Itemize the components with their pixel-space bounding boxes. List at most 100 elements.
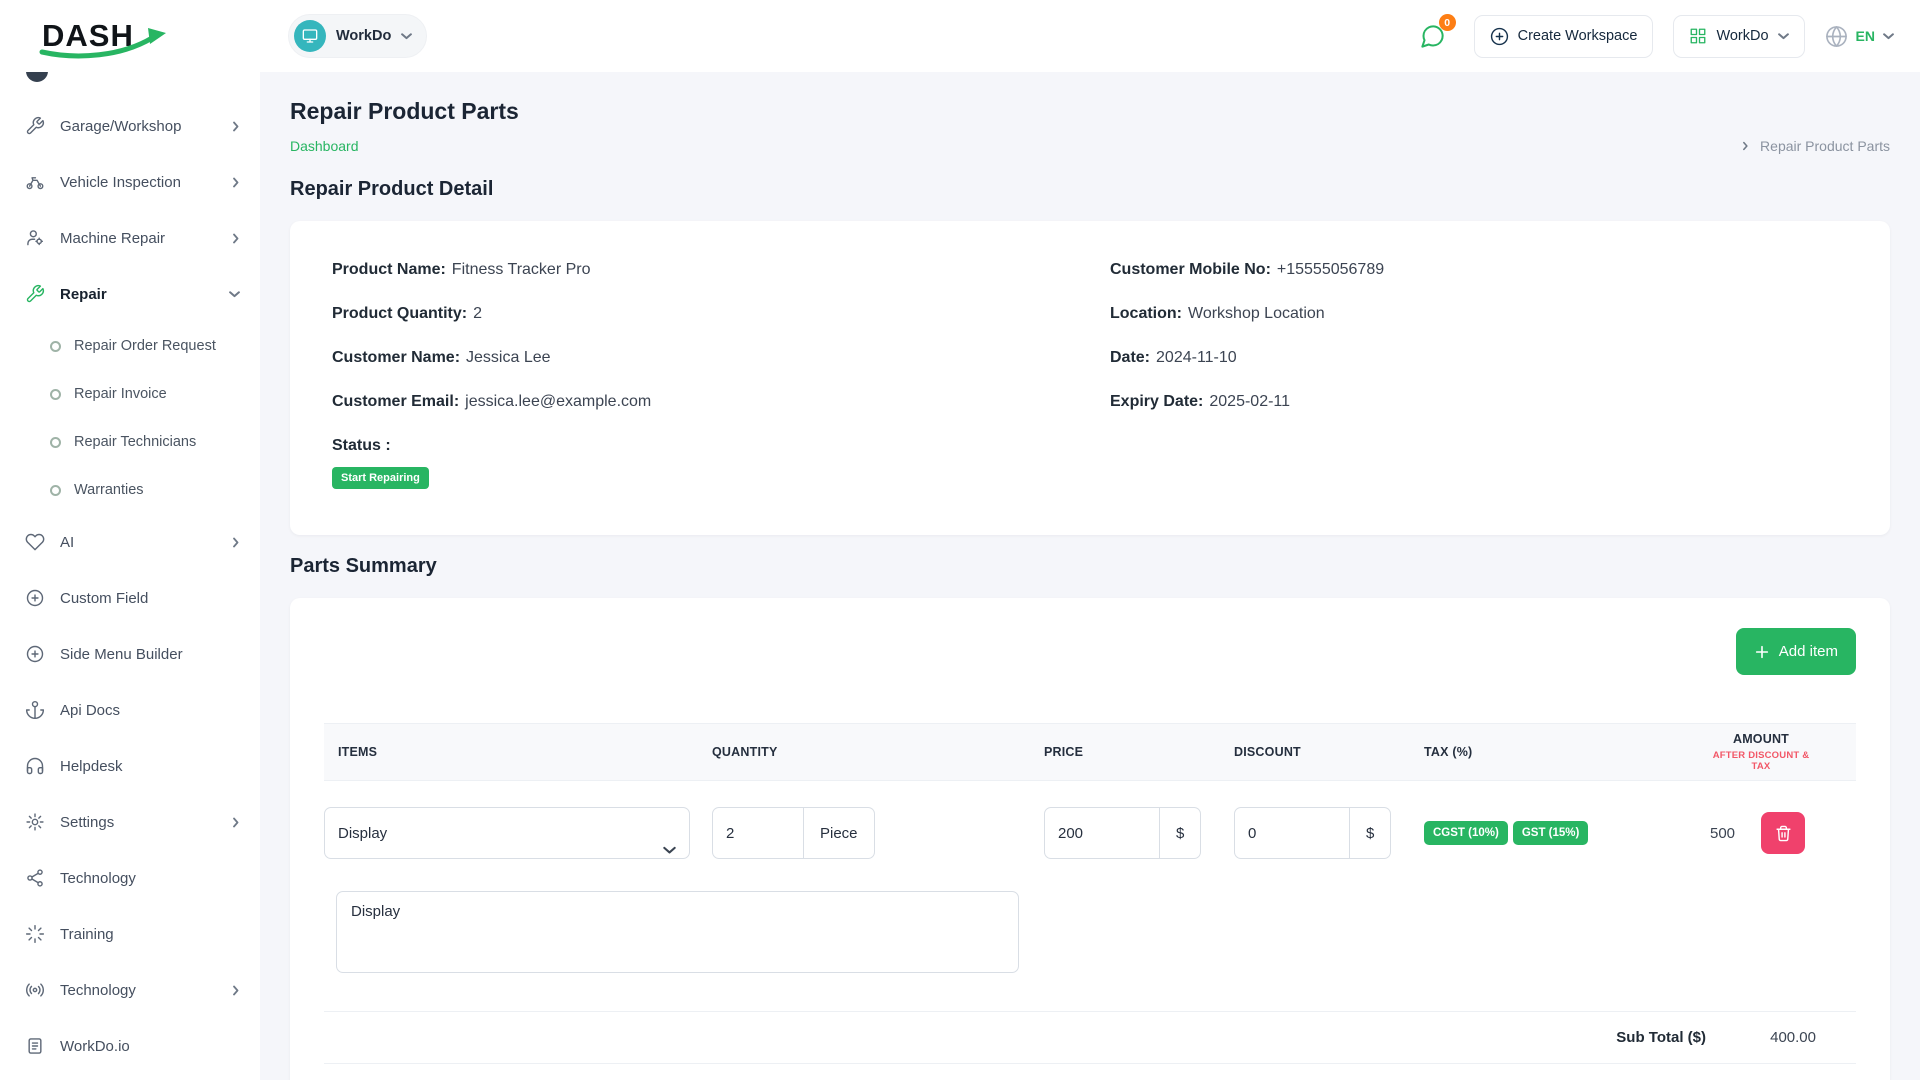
discount-cell: $ [1234,807,1424,859]
sidebar-subitem-repair-invoice[interactable]: Repair Invoice [0,370,260,418]
expiry-date-field: Expiry Date:2025-02-11 [1110,393,1848,411]
customer-email-field: Customer Email:jessica.lee@example.com [332,393,1070,411]
sidebar-subitem-label: Repair Technicians [74,434,196,450]
price-currency: $ [1160,807,1201,859]
field-value: 2 [473,305,482,322]
sidebar-subitem-label: Repair Invoice [74,386,167,402]
messages-button[interactable]: 0 [1412,15,1454,57]
sidebar-item-label: Training [60,926,114,943]
column-header-quantity: QUANTITY [712,745,1044,759]
header-actions: 0 Create Workspace WorkDo [1412,15,1894,58]
plus-circle-icon [25,588,45,608]
sidebar-item-settings[interactable]: Settings [0,794,260,850]
language-code: EN [1856,28,1875,44]
workspace-name: WorkDo [336,28,391,44]
wrench-icon [25,116,45,136]
sidebar-item-label: AI [60,534,74,551]
sidebar-item-api-docs[interactable]: Api Docs [0,682,260,738]
column-header-price: PRICE [1044,745,1234,759]
create-workspace-button[interactable]: Create Workspace [1474,15,1654,58]
add-item-button[interactable]: Add item [1736,628,1856,675]
sidebar-item-side-menu-builder[interactable]: Side Menu Builder [0,626,260,682]
detail-right-column: Customer Mobile No:+15555056789 Location… [1110,261,1848,515]
sidebar-item-custom-field[interactable]: Custom Field [0,570,260,626]
sidebar-item-repair[interactable]: Repair [0,266,260,322]
column-header-tax: TAX (%) [1424,745,1710,759]
delete-row-button[interactable] [1761,812,1805,854]
sidebar-subitem-warranties[interactable]: Warranties [0,466,260,514]
chevron-right-icon [233,177,240,188]
workspace-menu-button[interactable]: WorkDo [1673,15,1804,58]
chevron-down-icon [1883,33,1894,40]
chevron-right-icon [233,985,240,996]
field-value: jessica.lee@example.com [465,393,651,410]
tax-cell: CGST (10%) GST (15%) [1424,821,1710,845]
breadcrumb-current: Repair Product Parts [1760,138,1890,154]
chevron-right-icon [233,233,240,244]
circle-icon [50,437,61,448]
sidebar-item-machine-repair[interactable]: Machine Repair [0,210,260,266]
field-label: Expiry Date: [1110,393,1203,410]
tax-badge-cgst: CGST (10%) [1424,821,1508,845]
sidebar-item-label: Technology [60,870,136,887]
language-selector[interactable]: EN [1825,25,1894,48]
customer-name-field: Customer Name:Jessica Lee [332,349,1070,367]
chevron-down-icon [1778,33,1789,40]
trash-icon [1775,825,1792,842]
price-cell: $ [1044,807,1234,859]
price-input[interactable] [1044,807,1160,859]
quantity-input[interactable] [712,807,804,859]
breadcrumb-dashboard-link[interactable]: Dashboard [290,138,359,154]
breadcrumb: Dashboard Repair Product Parts [290,138,1890,154]
sidebar-item-label: Garage/Workshop [60,118,181,135]
field-value: Workshop Location [1188,305,1325,322]
amount-cell: 500 [1710,812,1865,854]
sidebar-item-label: Custom Field [60,590,148,607]
document-icon [25,1036,45,1056]
date-field: Date:2024-11-10 [1110,349,1848,367]
column-header-items: ITEMS [324,745,712,759]
subtotal-row: Sub Total ($) 400.00 [324,1011,1856,1063]
item-select[interactable]: Display [324,807,690,859]
item-description-input[interactable]: Display [336,891,1019,973]
quantity-unit: Piece [804,807,875,859]
field-value: Fitness Tracker Pro [452,261,591,278]
sidebar-subitem-repair-technicians[interactable]: Repair Technicians [0,418,260,466]
gear-icon [25,812,45,832]
broadcast-icon [25,980,45,1000]
page-title: Repair Product Parts [290,98,1890,125]
circle-icon [50,389,61,400]
customer-mobile-field: Customer Mobile No:+15555056789 [1110,261,1848,279]
circle-icon [50,485,61,496]
discount-input[interactable] [1234,807,1350,859]
subtotal-label: Sub Total ($) [1616,1029,1706,1046]
sidebar-item-workdo-io[interactable]: WorkDo.io [0,1018,260,1074]
item-cell: Display [324,807,712,859]
sidebar-item-label: Vehicle Inspection [60,174,181,191]
plus-icon [1754,644,1770,660]
top-header: DASH WorkDo 0 [0,0,1920,72]
product-quantity-field: Product Quantity:2 [332,305,1070,323]
sidebar-item-ai[interactable]: AI [0,514,260,570]
sidebar-subitem-repair-order-request[interactable]: Repair Order Request [0,322,260,370]
logo-text: DASH [42,18,134,53]
sidebar-item-garage-workshop[interactable]: Garage/Workshop [0,98,260,154]
workspace-selector[interactable]: WorkDo [288,14,427,58]
parts-table-header: ITEMS QUANTITY PRICE DISCOUNT TAX (%) AM… [324,723,1856,781]
quantity-cell: Piece [712,807,1044,859]
item-description-wrap: Display [336,891,1856,978]
add-item-row: Add item [324,628,1856,675]
sidebar-item-vehicle-inspection[interactable]: Vehicle Inspection [0,154,260,210]
sidebar-item-technology[interactable]: Technology [0,850,260,906]
wrench-icon [25,284,45,304]
status-badge: Start Repairing [332,467,429,489]
chevron-right-icon [1743,141,1749,151]
sidebar-item-technology-2[interactable]: Technology [0,962,260,1018]
sidebar-item-helpdesk[interactable]: Helpdesk [0,738,260,794]
field-label: Location: [1110,305,1182,322]
discount-currency: $ [1350,807,1391,859]
technician-icon [25,228,45,248]
sidebar-item-training[interactable]: Training [0,906,260,962]
column-header-amount: AMOUNT AFTER DISCOUNT & TAX [1710,732,1856,772]
subtotal-value: 400.00 [1752,1029,1816,1046]
